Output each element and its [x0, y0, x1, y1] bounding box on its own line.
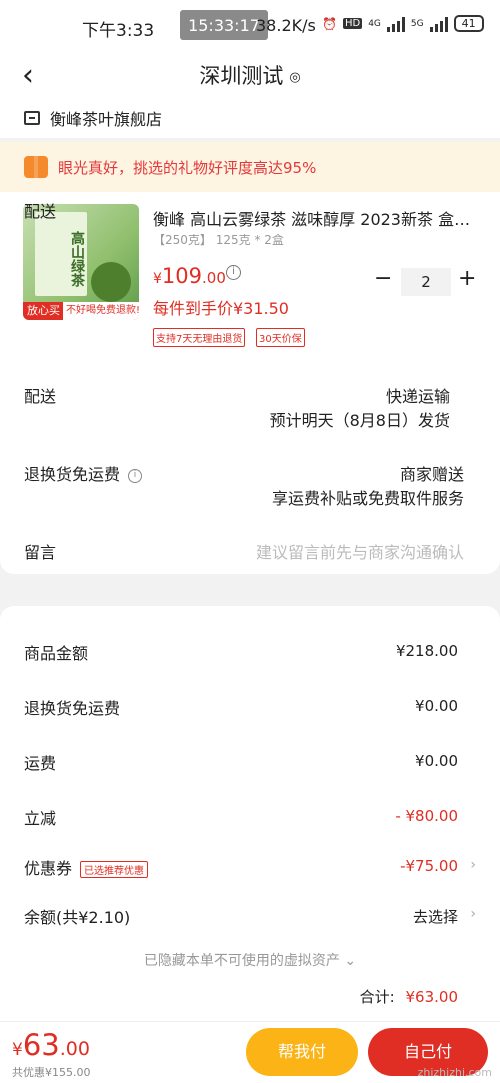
gift-banner: 眼光真好，挑选的礼物好评度高达95%: [0, 142, 500, 192]
coupon-tag: 已选推荐优惠: [80, 861, 149, 878]
return-fee-value: 商家赠送: [399, 465, 464, 484]
return-fee-desc: 享运费补贴或免费取件服务: [271, 489, 464, 508]
delivery-estimate: 预计明天（8月8日）发货: [269, 411, 450, 430]
clock-overlay: 15:33:17: [180, 10, 268, 40]
help-pay-button[interactable]: 帮我付: [246, 1028, 358, 1076]
signal-icon-2: [429, 16, 448, 32]
gift-icon: [24, 156, 48, 178]
balance-action[interactable]: 去选择: [413, 906, 458, 927]
page-title[interactable]: 深圳测试 ◎: [0, 60, 500, 90]
shipping-value: ¥0.00: [415, 752, 458, 770]
product-spec[interactable]: 【250克】 125克 * 2盒: [153, 231, 284, 248]
network-5g-label: 5G: [410, 18, 424, 29]
return-fee-label: 退换货免运费: [24, 465, 121, 484]
coupon-value: -¥75.00: [400, 857, 458, 875]
nav-header: ‹ 深圳测试 ◎: [0, 50, 500, 98]
price-summary-card: 商品金额 ¥218.00 退换货免运费 ¥0.00 运费 ¥0.00 立减 - …: [0, 606, 500, 1021]
quantity-minus-button[interactable]: −: [374, 266, 392, 291]
checkout-price: ¥63.00: [12, 1028, 90, 1062]
product-title[interactable]: 衡峰 高山云雾绿茶 滋味醇厚 2023新茶 盒…: [153, 206, 478, 230]
network-4g-label: 4G: [368, 18, 381, 29]
price-dec: .00: [202, 269, 226, 287]
return-policy-tag: 支持7天无理由退货: [153, 328, 246, 347]
watermark: zhizhizhi.com: [417, 1066, 492, 1079]
discount-label: 立减: [24, 809, 57, 828]
total-value: ¥63.00: [405, 988, 459, 1006]
balance-row[interactable]: 余额(共¥2.10) 去选择 ›: [24, 904, 476, 928]
message-input[interactable]: 建议留言前先与商家沟通确认: [256, 539, 464, 563]
product-price: ¥109.00: [153, 264, 226, 288]
order-card: 高山绿茶 放心买 不好喝免费退款! 衡峰 高山云雾绿茶 滋味醇厚 2023新茶 …: [0, 192, 500, 574]
total-label: 合计:: [359, 988, 395, 1006]
return-fee-summary-row: 退换货免运费 ¥0.00: [24, 695, 458, 719]
battery-icon: 41: [453, 15, 484, 32]
price-currency: ¥: [153, 271, 162, 287]
page-title-text: 深圳测试: [199, 64, 284, 88]
checkout-bar: ¥63.00 共优惠¥155.00 帮我付 自己付 zhizhizhi.com: [0, 1021, 500, 1083]
return-fee-section[interactable]: 退换货免运费 i 商家赠送 享运费补贴或免费取件服务: [24, 461, 464, 508]
signal-icon: [386, 16, 405, 32]
price-info-icon[interactable]: i: [226, 265, 241, 280]
goods-amount-row: 商品金额 ¥218.00: [24, 640, 458, 664]
location-icon: ◎: [289, 69, 301, 85]
status-icons: ⏰ HD 4G 5G 41: [322, 15, 484, 32]
net-speed: 38.2K/s: [256, 16, 316, 35]
total-row: 合计: ¥63.00: [360, 986, 458, 1007]
price-int: 109: [161, 264, 203, 288]
status-bar: 下午3:33 15:33:17 38.2K/s ⏰ HD 4G 5G 41: [0, 0, 500, 50]
shipping-row: 运费 ¥0.00: [24, 750, 458, 774]
status-time: 下午3:33: [82, 21, 155, 41]
hd-icon: HD: [342, 18, 363, 29]
discount-value: - ¥80.00: [395, 807, 458, 825]
return-fee-summary-value: ¥0.00: [415, 697, 458, 715]
delivery-method: 快递运输: [385, 387, 450, 406]
price-protect-tag: 30天价保: [256, 328, 305, 347]
hidden-assets-toggle[interactable]: 已隐藏本单不可使用的虚拟资产 ⌄: [0, 950, 500, 970]
shipping-label: 运费: [24, 754, 57, 773]
quantity-plus-button[interactable]: +: [458, 266, 476, 291]
checkout-currency: ¥: [12, 1040, 23, 1060]
product-badge: 放心买: [23, 302, 64, 320]
coupon-label: 优惠券: [24, 859, 73, 878]
store-icon: [24, 111, 40, 125]
tea-leaves-image: [91, 262, 131, 302]
message-section[interactable]: 留言 建议留言前先与商家沟通确认: [24, 539, 464, 563]
goods-amount-value: ¥218.00: [395, 642, 458, 660]
chevron-right-icon: ›: [470, 857, 476, 873]
store-name: 衡峰茶叶旗舰店: [50, 110, 163, 129]
goods-amount-label: 商品金额: [24, 644, 89, 663]
total-saved: 共优惠¥155.00: [12, 1066, 91, 1079]
return-fee-info-icon[interactable]: i: [128, 468, 143, 483]
discount-row: 立减 - ¥80.00: [24, 805, 458, 829]
delivery-label-text: 配送: [24, 387, 57, 406]
unit-price: 每件到手价¥31.50: [153, 299, 289, 318]
product-image-box: 高山绿茶: [35, 212, 87, 296]
return-fee-summary-label: 退换货免运费: [24, 699, 121, 718]
balance-label: 余额(共¥2.10): [24, 908, 131, 927]
alarm-icon: ⏰: [322, 16, 337, 31]
product-badge-refund: 不好喝免费退款!: [63, 302, 139, 320]
message-label: 留言: [24, 543, 57, 562]
delivery-label: 配送: [24, 202, 57, 221]
chevron-right-icon: ›: [470, 906, 476, 922]
checkout-price-dec: .00: [59, 1038, 90, 1060]
banner-text: 眼光真好，挑选的礼物好评度高达95%: [58, 158, 317, 177]
store-row[interactable]: 衡峰茶叶旗舰店: [0, 98, 500, 138]
quantity-input[interactable]: 2: [401, 268, 451, 296]
checkout-price-int: 63: [22, 1028, 60, 1062]
delivery-section[interactable]: 配送 快递运输 预计明天（8月8日）发货: [24, 383, 464, 430]
coupon-row[interactable]: 优惠券 已选推荐优惠 -¥75.00 ›: [24, 855, 476, 879]
